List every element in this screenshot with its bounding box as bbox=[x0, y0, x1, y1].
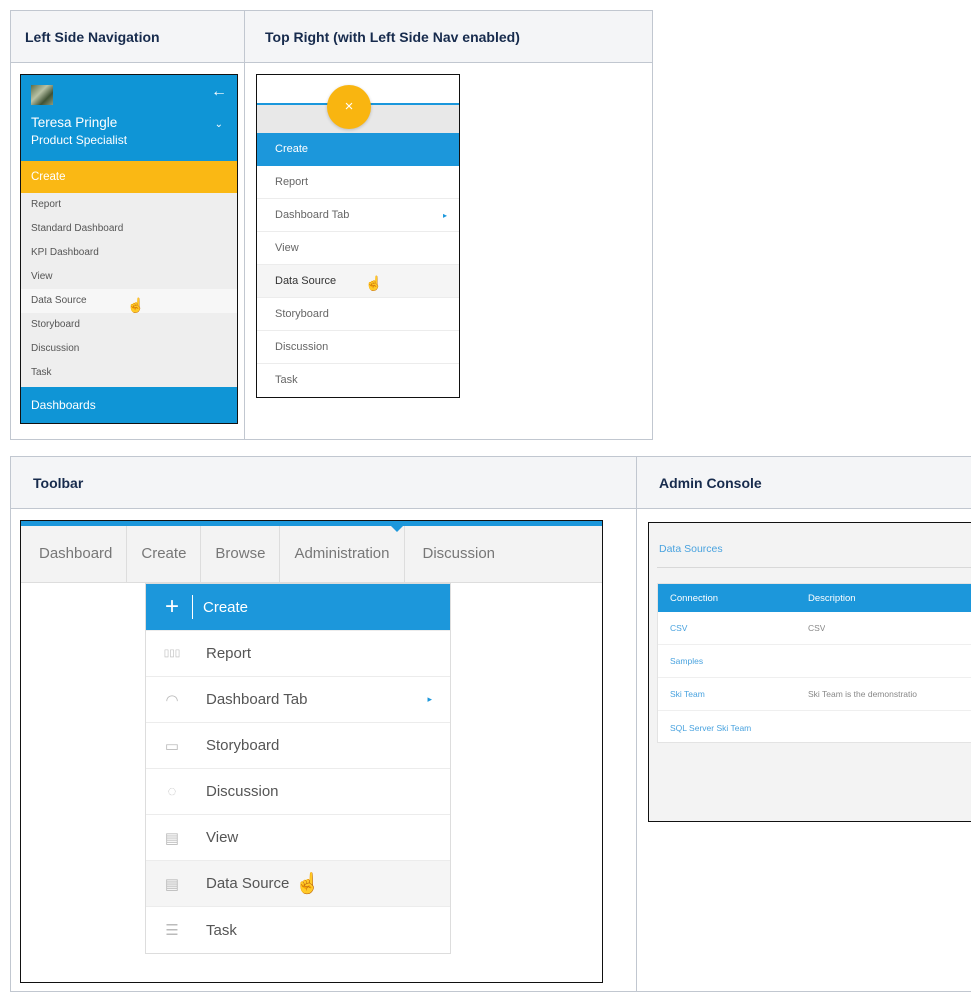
top-right-item-data-source[interactable]: Data Source bbox=[257, 265, 459, 298]
top-right-item-report[interactable]: Report bbox=[257, 166, 459, 199]
chevron-right-icon: ▸ bbox=[442, 211, 447, 220]
tab-create[interactable]: Create bbox=[127, 526, 202, 582]
top-right-item-dashboard-tab-label: Dashboard Tab bbox=[275, 209, 350, 221]
tab-discussion[interactable]: Discussion bbox=[405, 526, 510, 582]
toolbar-menu-dashboard-tab[interactable]: ◠ Dashboard Tab ▸ bbox=[146, 677, 450, 723]
column-header-connection[interactable]: Connection bbox=[658, 593, 808, 604]
header-top-right-text: Top Right (with Left Side Nav enabled) bbox=[265, 28, 520, 45]
chevron-down-icon[interactable]: ⌄ bbox=[215, 119, 223, 130]
header-admin-console: Admin Console bbox=[637, 457, 971, 509]
table-row[interactable]: SQL Server Ski Team bbox=[658, 711, 971, 744]
toolbar-menu-create[interactable]: + Create bbox=[146, 584, 450, 631]
user-role: Product Specialist bbox=[31, 133, 128, 147]
hand-cursor-icon: ☝ bbox=[295, 873, 321, 895]
header-admin-console-text: Admin Console bbox=[659, 474, 762, 491]
back-arrow-icon[interactable]: ← bbox=[211, 83, 227, 101]
toolbar-menu-task-label: Task bbox=[206, 921, 237, 939]
description-cell: Ski Team is the demonstratio bbox=[808, 689, 917, 699]
toolbar-menu-storyboard[interactable]: ▭ Storyboard bbox=[146, 723, 450, 769]
discussion-icon: ◌ bbox=[167, 783, 177, 800]
left-nav-item-discussion[interactable]: Discussion bbox=[21, 337, 237, 361]
top-right-create-menu: Create Report Dashboard Tab ▸ View Data S… bbox=[257, 133, 459, 397]
bottom-table-divider bbox=[636, 457, 637, 992]
storyboard-icon: ▭ bbox=[164, 737, 180, 755]
left-nav-create-list: Report Standard Dashboard KPI Dashboard … bbox=[21, 193, 237, 385]
left-nav-item-report[interactable]: Report bbox=[21, 193, 237, 217]
toolbar-tab-bar: Dashboard Create Browse Administration D… bbox=[21, 521, 602, 583]
menu-separator bbox=[192, 595, 193, 619]
user-name: Teresa Pringle bbox=[31, 115, 118, 130]
header-left-side-nav-text: Left Side Navigation bbox=[25, 28, 160, 45]
toolbar-menu-create-label: Create bbox=[203, 598, 249, 616]
header-toolbar-text: Toolbar bbox=[33, 474, 84, 491]
top-right-item-discussion[interactable]: Discussion bbox=[257, 331, 459, 364]
tab-dashboard[interactable]: Dashboard bbox=[21, 526, 128, 582]
left-nav-item-standard-dashboard[interactable]: Standard Dashboard bbox=[21, 217, 237, 241]
connection-cell[interactable]: SQL Server Ski Team bbox=[658, 723, 808, 733]
admin-data-sources-table: Connection Description CSV CSV Samples S… bbox=[657, 583, 971, 743]
table-row[interactable]: Samples bbox=[658, 645, 971, 678]
admin-console-panel: Data Sources Connection Description CSV … bbox=[648, 522, 971, 822]
hand-cursor-icon: ☝ bbox=[365, 275, 383, 291]
toolbar-menu-storyboard-label: Storyboard bbox=[206, 737, 280, 754]
left-nav-item-task[interactable]: Task bbox=[21, 361, 237, 385]
tab-administration[interactable]: Administration bbox=[280, 526, 405, 582]
plus-icon: + bbox=[164, 593, 179, 620]
toolbar-menu-task[interactable]: ☰ Task bbox=[146, 907, 450, 953]
table-row[interactable]: Ski Team Ski Team is the demonstratio bbox=[658, 678, 971, 711]
toolbar-panel: Dashboard Create Browse Administration D… bbox=[20, 520, 603, 983]
chevron-right-icon: ▸ bbox=[427, 694, 432, 704]
toolbar-menu-report[interactable]: ▯▯▯ Report bbox=[146, 631, 450, 677]
left-nav-item-view[interactable]: View bbox=[21, 265, 237, 289]
connection-cell[interactable]: Ski Team bbox=[658, 689, 808, 699]
left-nav-profile-header: ← Teresa Pringle Product Specialist ⌄ bbox=[21, 75, 237, 161]
data-source-icon: ▤ bbox=[164, 875, 180, 893]
toolbar-menu-dashboard-tab-label: Dashboard Tab bbox=[206, 691, 308, 708]
left-nav-item-storyboard[interactable]: Storyboard bbox=[21, 313, 237, 337]
connection-cell[interactable]: Samples bbox=[658, 656, 808, 666]
top-right-item-create[interactable]: Create bbox=[257, 133, 459, 166]
task-list-icon: ☰ bbox=[165, 922, 179, 939]
tab-browse[interactable]: Browse bbox=[201, 526, 281, 582]
header-top-right: Top Right (with Left Side Nav enabled) bbox=[245, 11, 652, 63]
admin-table-header: Connection Description bbox=[658, 584, 971, 612]
top-table-divider bbox=[244, 11, 245, 439]
gauge-icon: ◠ bbox=[165, 691, 179, 709]
table-row[interactable]: CSV CSV bbox=[658, 612, 971, 645]
view-icon: ▤ bbox=[164, 829, 180, 847]
header-toolbar: Toolbar bbox=[11, 457, 636, 509]
avatar[interactable] bbox=[31, 85, 53, 105]
bar-chart-icon: ▯▯▯ bbox=[163, 648, 181, 659]
admin-title-divider bbox=[657, 567, 971, 568]
left-nav-item-kpi-dashboard[interactable]: KPI Dashboard bbox=[21, 241, 237, 265]
toolbar-menu-data-source-label: Data Source bbox=[206, 875, 290, 892]
close-icon[interactable]: × bbox=[327, 85, 371, 129]
toolbar-menu-view[interactable]: ▤ View bbox=[146, 815, 450, 861]
tab-indicator-notch bbox=[389, 524, 405, 532]
top-right-item-storyboard[interactable]: Storyboard bbox=[257, 298, 459, 331]
left-nav-create-button[interactable]: Create bbox=[21, 161, 237, 193]
top-right-item-view[interactable]: View bbox=[257, 232, 459, 265]
toolbar-menu-data-source[interactable]: ▤ Data Source ☝ bbox=[146, 861, 450, 907]
toolbar-create-menu: + Create ▯▯▯ Report ◠ Dashboard Tab ▸ ▭ … bbox=[145, 583, 451, 954]
admin-data-sources-title[interactable]: Data Sources bbox=[659, 543, 723, 555]
column-header-description[interactable]: Description bbox=[808, 593, 856, 604]
top-right-panel: × Create Report Dashboard Tab ▸ View Data… bbox=[256, 74, 460, 398]
header-left-side-nav: Left Side Navigation bbox=[11, 11, 244, 63]
left-side-nav-panel: ← Teresa Pringle Product Specialist ⌄ Cr… bbox=[20, 74, 238, 424]
description-cell: CSV bbox=[808, 623, 826, 633]
toolbar-menu-discussion-label: Discussion bbox=[206, 783, 279, 800]
hand-cursor-icon: ☝ bbox=[127, 297, 145, 313]
connection-cell[interactable]: CSV bbox=[658, 623, 808, 633]
top-right-item-dashboard-tab[interactable]: Dashboard Tab ▸ bbox=[257, 199, 459, 232]
toolbar-menu-report-label: Report bbox=[206, 645, 252, 662]
toolbar-menu-discussion[interactable]: ◌ Discussion bbox=[146, 769, 450, 815]
left-nav-dashboards-button[interactable]: Dashboards bbox=[21, 387, 237, 423]
toolbar-menu-view-label: View bbox=[206, 829, 239, 846]
top-right-item-task[interactable]: Task bbox=[257, 364, 459, 397]
